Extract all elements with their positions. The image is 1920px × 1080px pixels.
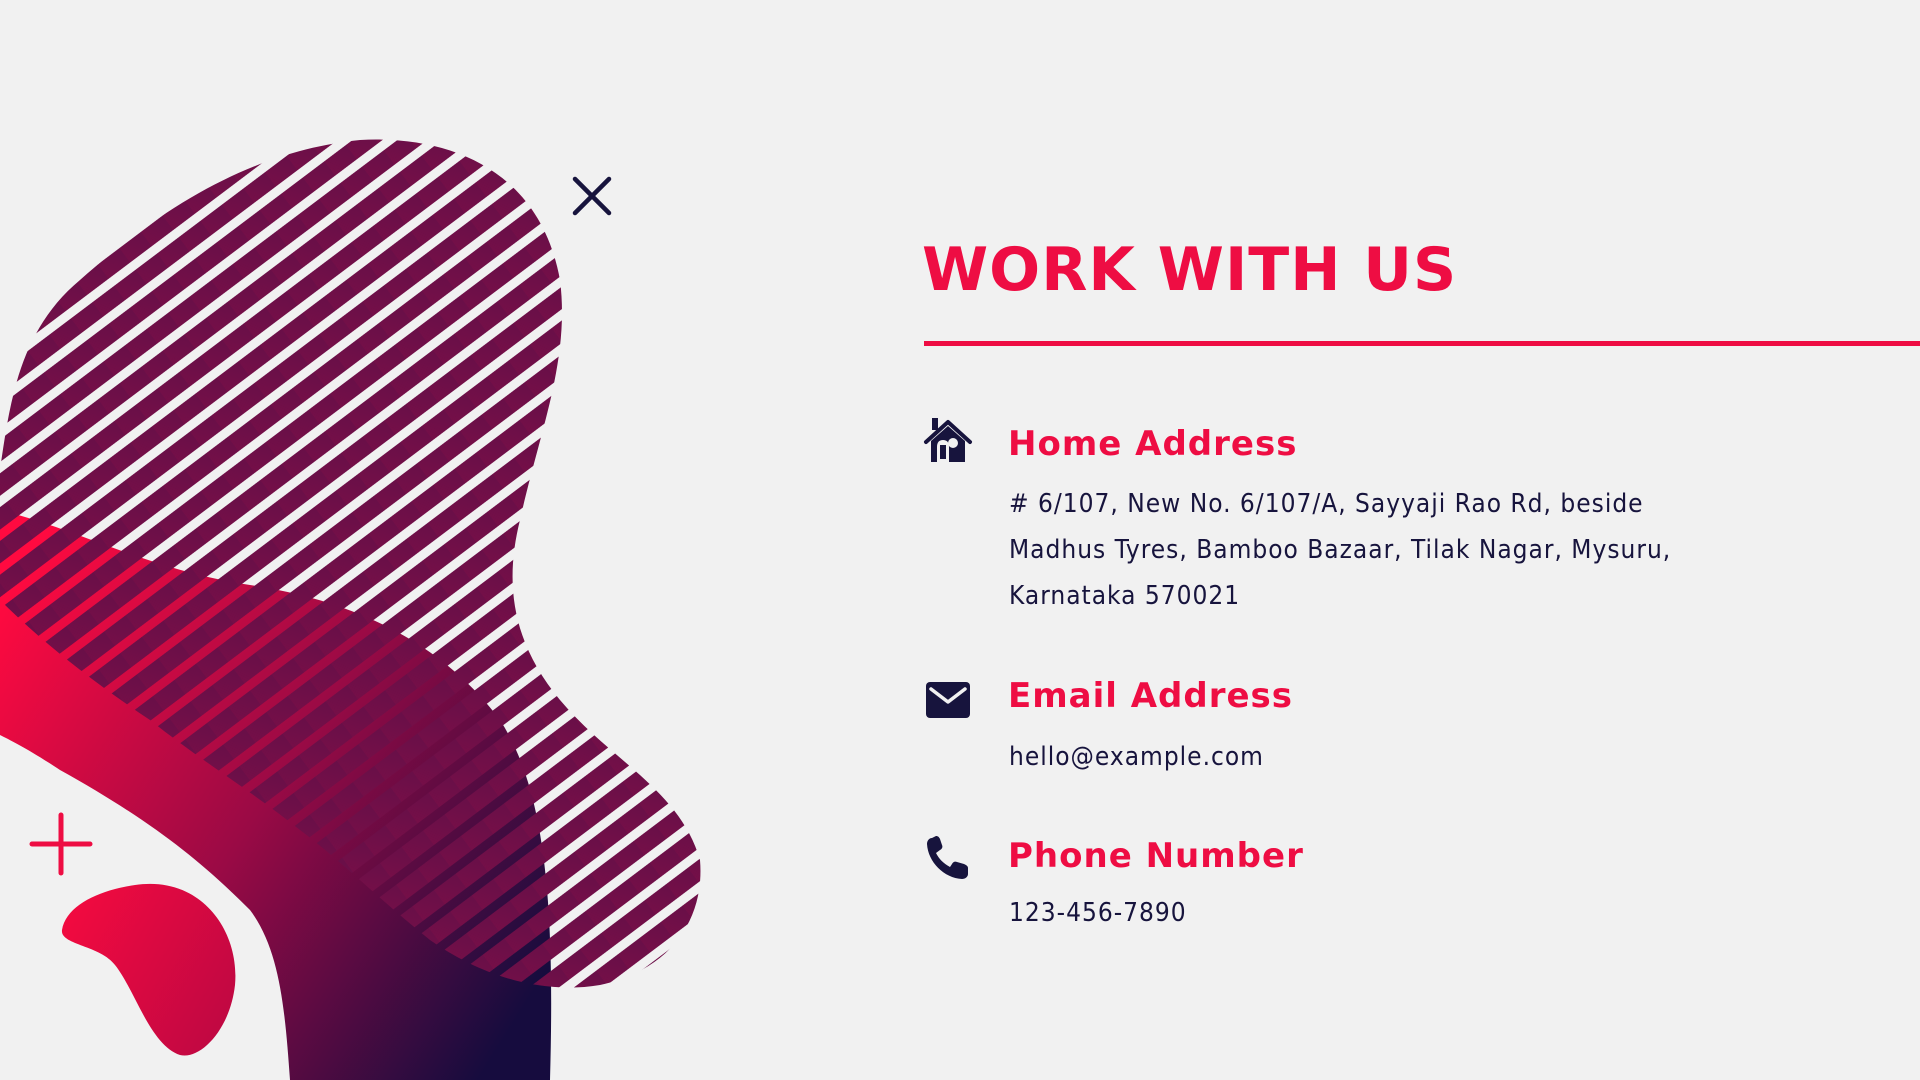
home-icon bbox=[922, 416, 974, 468]
envelope-icon bbox=[922, 674, 974, 726]
email-address-label: Email Address bbox=[1008, 676, 1294, 716]
page-title: WORK WITH US bbox=[922, 235, 1458, 305]
phone-icon bbox=[922, 832, 974, 884]
title-underline bbox=[924, 341, 1920, 346]
striped-blob bbox=[0, 139, 701, 988]
gradient-drop bbox=[61, 883, 236, 1056]
plus-decoration-icon bbox=[29, 812, 93, 876]
cross-decoration-icon bbox=[572, 176, 612, 216]
home-address-value: # 6/107, New No. 6/107/A, Sayyaji Rao Rd… bbox=[1009, 489, 1672, 611]
decorative-artwork bbox=[0, 139, 701, 1080]
email-address-value[interactable]: hello@example.com bbox=[1009, 734, 1264, 780]
home-address-label: Home Address bbox=[1008, 424, 1298, 464]
phone-number-label: Phone Number bbox=[1008, 836, 1304, 876]
phone-number-value[interactable]: 123-456-7890 bbox=[1009, 890, 1187, 936]
